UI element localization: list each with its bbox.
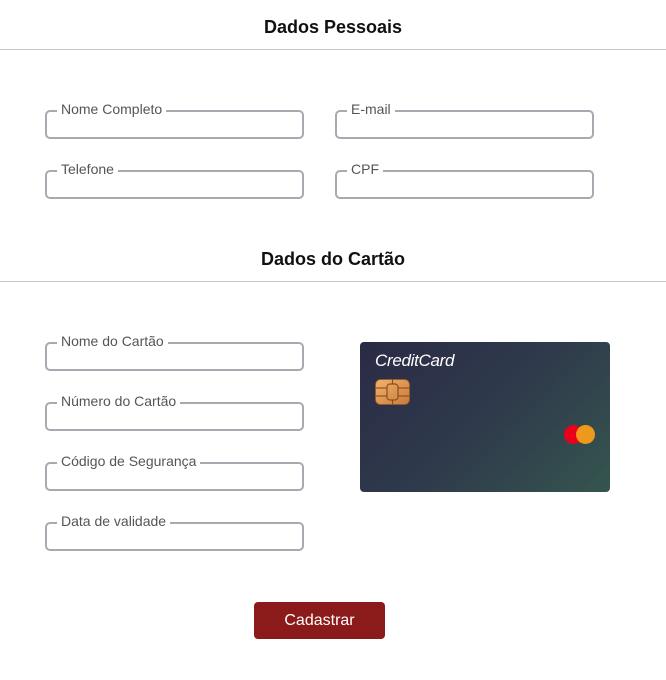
security-code-field[interactable]: Código de Segurança xyxy=(45,453,304,491)
personal-divider xyxy=(0,49,666,50)
card-section-title: Dados do Cartão xyxy=(260,249,406,269)
card-name-label: Nome do Cartão xyxy=(57,333,168,349)
phone-field[interactable]: Telefone xyxy=(45,161,304,199)
full-name-field[interactable]: Nome Completo xyxy=(45,101,304,139)
phone-label: Telefone xyxy=(57,161,118,177)
security-code-label: Código de Segurança xyxy=(57,453,201,469)
expiry-date-label: Data de validade xyxy=(57,513,171,529)
expiry-date-field[interactable]: Data de validade xyxy=(45,513,304,551)
card-number-label: Número do Cartão xyxy=(57,393,181,409)
register-button[interactable]: Cadastrar xyxy=(254,602,385,639)
cpf-label: CPF xyxy=(347,161,383,177)
full-name-label: Nome Completo xyxy=(57,101,167,117)
chip-icon xyxy=(375,379,410,405)
card-divider xyxy=(0,281,666,282)
credit-card-preview: CreditCard xyxy=(360,342,610,492)
personal-section-title: Dados Pessoais xyxy=(263,17,403,37)
mastercard-icon xyxy=(564,425,596,445)
card-name-field[interactable]: Nome do Cartão xyxy=(45,333,304,371)
email-label: E-mail xyxy=(347,101,395,117)
card-number-field[interactable]: Número do Cartão xyxy=(45,393,304,431)
card-brand-text: CreditCard xyxy=(375,351,455,370)
cpf-field[interactable]: CPF xyxy=(335,161,594,199)
email-field[interactable]: E-mail xyxy=(335,101,594,139)
